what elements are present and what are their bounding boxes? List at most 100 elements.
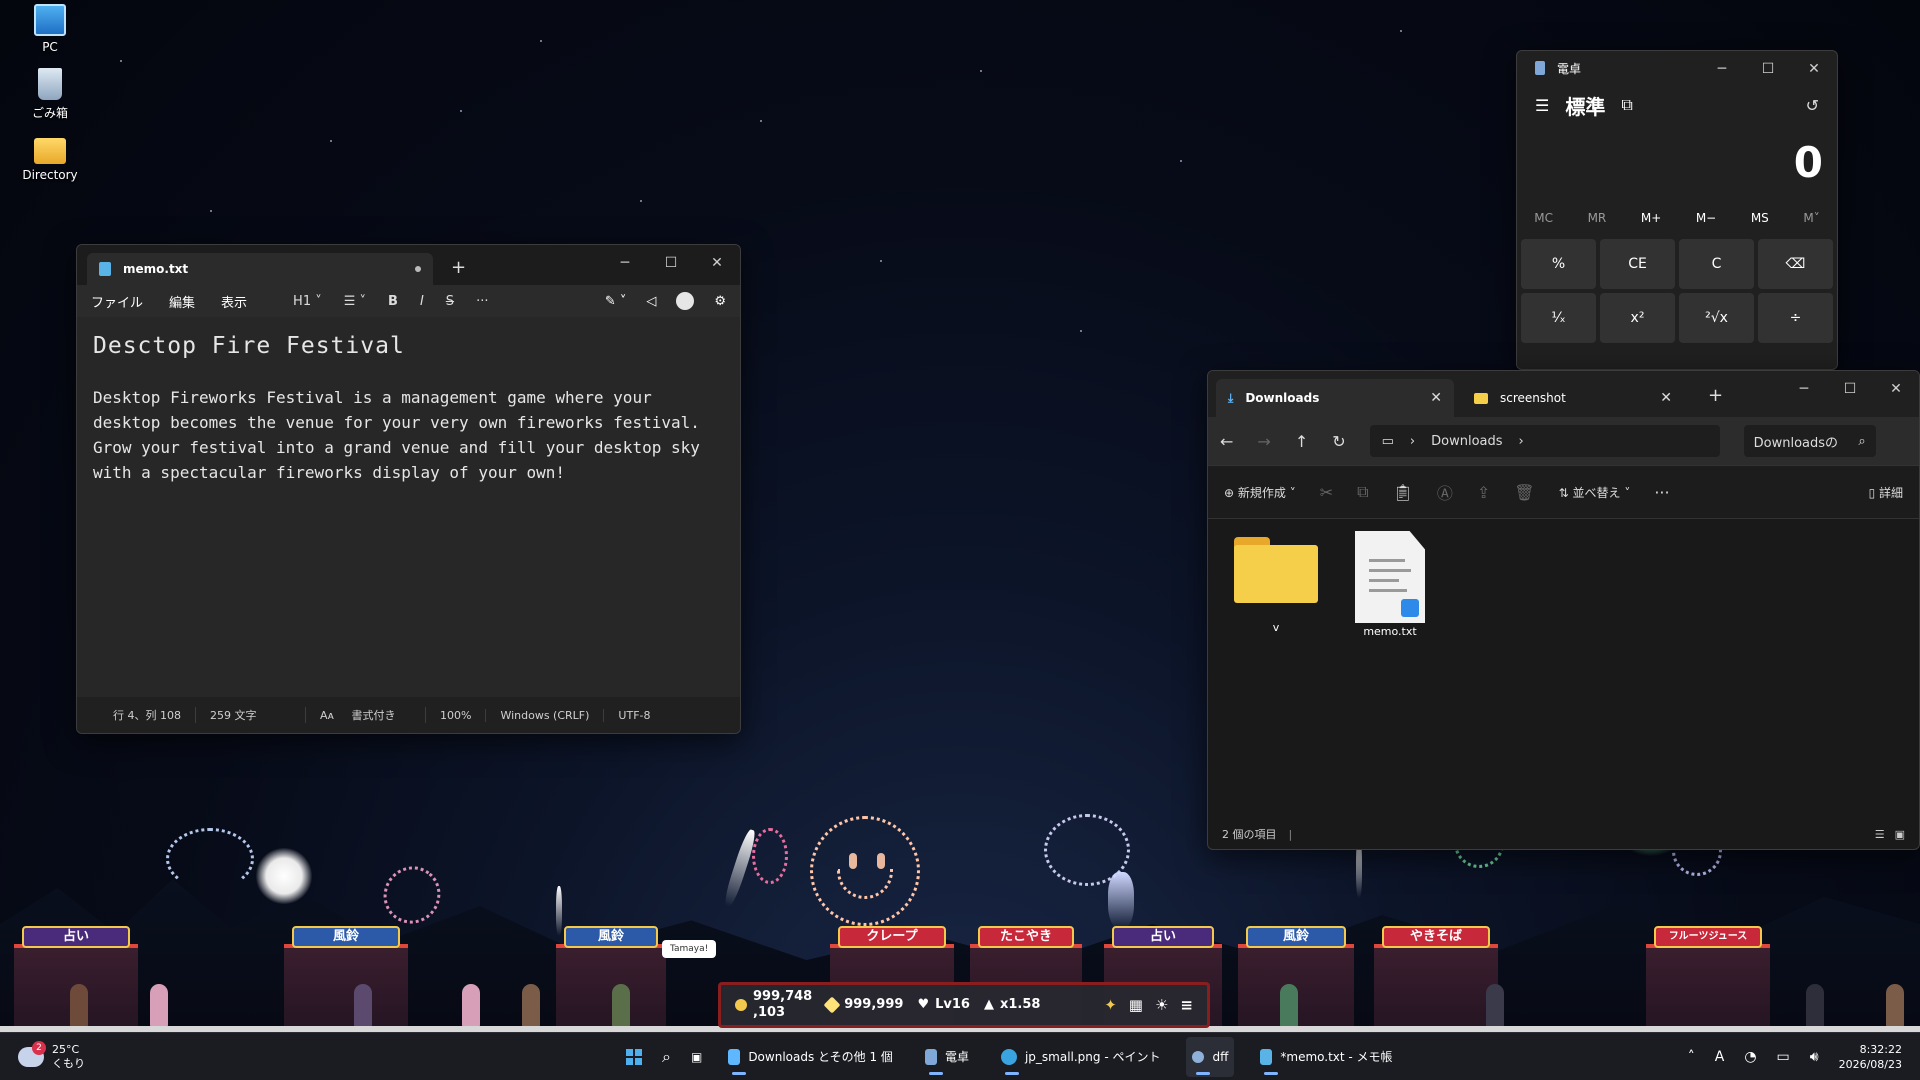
memory-recall-button[interactable]: MR bbox=[1588, 211, 1607, 225]
file-item-folder[interactable]: v bbox=[1228, 537, 1324, 634]
clock[interactable]: 8:32:22 2026/08/23 bbox=[1839, 1042, 1902, 1072]
desktop-icon-recycle-bin[interactable]: ごみ箱 bbox=[11, 68, 89, 121]
zoom-level[interactable]: 100% bbox=[426, 708, 487, 722]
file-item-text[interactable]: memo.txt bbox=[1342, 531, 1438, 638]
close-tab-icon[interactable]: ✕ bbox=[1660, 390, 1672, 406]
rename-icon[interactable]: Ⓐ bbox=[1437, 480, 1453, 504]
heading-dropdown[interactable]: H1 ˅ bbox=[293, 294, 322, 309]
weather-widget[interactable]: 2 25°C くもり bbox=[0, 1040, 240, 1071]
refresh-icon[interactable]: ↻ bbox=[1332, 432, 1345, 451]
tab-downloads[interactable]: ⤓ Downloads ✕ bbox=[1216, 379, 1454, 417]
desktop-icon-directory[interactable]: Directory bbox=[11, 134, 89, 182]
tile-view-icon[interactable]: ▣ bbox=[1895, 828, 1905, 841]
square-button[interactable]: x² bbox=[1600, 293, 1675, 343]
shop-icon[interactable]: ▦ bbox=[1129, 996, 1143, 1014]
memory-subtract-button[interactable]: M− bbox=[1696, 211, 1716, 225]
pin-icon[interactable]: ✦ bbox=[1104, 996, 1117, 1014]
volume-icon[interactable]: 🔊︎ bbox=[1810, 1049, 1819, 1065]
close-button[interactable]: ✕ bbox=[694, 245, 740, 281]
close-tab-icon[interactable]: ✕ bbox=[1430, 390, 1442, 406]
maximize-button[interactable]: ☐ bbox=[1745, 51, 1791, 87]
square-root-button[interactable]: ²√x bbox=[1679, 293, 1754, 343]
hamburger-menu-icon[interactable]: ☰ bbox=[1535, 96, 1549, 115]
settings-gear-icon[interactable]: ⚙ bbox=[714, 294, 726, 309]
maximize-button[interactable]: ☐ bbox=[1827, 371, 1873, 407]
focus-icon[interactable]: ◔ bbox=[1744, 1049, 1756, 1065]
notepad-tab[interactable]: memo.txt bbox=[87, 253, 433, 285]
italic-icon[interactable]: I bbox=[420, 294, 424, 309]
account-icon[interactable] bbox=[676, 292, 695, 310]
minimize-button[interactable]: ─ bbox=[602, 245, 648, 281]
stall[interactable]: フルーツジュース bbox=[1646, 926, 1770, 1032]
back-arrow-icon[interactable]: ← bbox=[1220, 432, 1233, 451]
menu-view[interactable]: 表示 bbox=[221, 292, 247, 311]
ime-icon[interactable]: A bbox=[1715, 1049, 1725, 1065]
menu-edit[interactable]: 編集 bbox=[169, 292, 195, 311]
percent-button[interactable]: % bbox=[1521, 239, 1596, 289]
share-icon[interactable]: ⇪ bbox=[1477, 483, 1490, 502]
new-button[interactable]: ⊕ 新規作成 ˅ bbox=[1224, 484, 1296, 501]
taskbar-app-dff[interactable]: dff bbox=[1186, 1036, 1235, 1077]
task-view-icon[interactable]: ▣ bbox=[691, 1050, 702, 1064]
stall[interactable]: 風鈴 bbox=[284, 926, 408, 1032]
network-icon[interactable]: ▭ bbox=[1777, 1049, 1790, 1065]
maximize-button[interactable]: ☐ bbox=[648, 245, 694, 281]
sort-button[interactable]: ⇅ 並べ替え ˅ bbox=[1559, 484, 1631, 501]
clear-button[interactable]: C bbox=[1679, 239, 1754, 289]
new-tab-button[interactable]: + bbox=[451, 257, 466, 278]
minimize-button[interactable]: ─ bbox=[1781, 371, 1827, 407]
paste-icon[interactable]: 📋︎ bbox=[1393, 483, 1413, 502]
cut-icon[interactable]: ✂ bbox=[1320, 483, 1333, 502]
list-icon[interactable]: ☰ ˅ bbox=[344, 294, 366, 309]
start-button[interactable] bbox=[626, 1048, 642, 1065]
encoding[interactable]: UTF-8 bbox=[604, 709, 664, 722]
copy-icon[interactable]: ⧉ bbox=[1357, 482, 1368, 502]
keep-on-top-icon[interactable]: ⧉ bbox=[1621, 95, 1632, 115]
line-ending[interactable]: Windows (CRLF) bbox=[486, 708, 605, 722]
notepad-editor[interactable]: Desctop Fire Festival Desktop Fireworks … bbox=[77, 317, 740, 697]
address-bar[interactable]: ▭ › Downloads › bbox=[1369, 425, 1720, 457]
unsaved-dot-icon[interactable] bbox=[415, 266, 421, 272]
delete-icon[interactable]: 🗑︎ bbox=[1514, 483, 1534, 502]
close-button[interactable]: ✕ bbox=[1791, 51, 1837, 87]
copilot-icon[interactable]: ✎ ˅ bbox=[605, 294, 627, 309]
search-input[interactable]: Downloadsの ⌕ bbox=[1743, 425, 1876, 457]
taskbar-app-calculator[interactable]: 電卓 bbox=[919, 1037, 975, 1077]
minimize-button[interactable]: ─ bbox=[1699, 51, 1745, 87]
strikethrough-icon[interactable]: S bbox=[446, 294, 454, 309]
taskbar-app-explorer[interactable]: Downloads とその他 1 個 bbox=[722, 1037, 899, 1077]
close-button[interactable]: ✕ bbox=[1873, 371, 1919, 407]
forward-arrow-icon[interactable]: → bbox=[1257, 432, 1270, 451]
announcement-icon[interactable]: ◁ bbox=[646, 294, 656, 309]
address-segment[interactable]: Downloads bbox=[1431, 434, 1502, 449]
brightness-icon[interactable]: ☀ bbox=[1155, 996, 1168, 1014]
menu-file[interactable]: ファイル bbox=[91, 292, 143, 311]
stall[interactable]: やきそば bbox=[1374, 926, 1498, 1032]
backspace-button[interactable]: ⌫ bbox=[1758, 239, 1833, 289]
memory-clear-button[interactable]: MC bbox=[1534, 211, 1553, 225]
menu-icon[interactable]: ≡ bbox=[1180, 996, 1193, 1014]
memory-list-button[interactable]: M˅ bbox=[1803, 211, 1819, 225]
format-toggle[interactable]: Aᴀ 書式付き bbox=[306, 707, 426, 723]
stall[interactable]: 風鈴 bbox=[556, 926, 666, 1032]
tab-screenshot[interactable]: screenshot ✕ bbox=[1462, 379, 1684, 417]
new-tab-button[interactable]: + bbox=[1708, 385, 1723, 406]
more-icon[interactable]: ··· bbox=[1654, 483, 1669, 502]
memory-add-button[interactable]: M+ bbox=[1641, 211, 1661, 225]
memory-store-button[interactable]: MS bbox=[1751, 211, 1769, 225]
history-icon[interactable]: ↺ bbox=[1806, 96, 1819, 115]
up-arrow-icon[interactable]: ↑ bbox=[1295, 432, 1308, 451]
reciprocal-button[interactable]: ¹⁄ₓ bbox=[1521, 293, 1596, 343]
taskbar-app-paint[interactable]: jp_small.png - ペイント bbox=[995, 1037, 1167, 1077]
clear-entry-button[interactable]: CE bbox=[1600, 239, 1675, 289]
list-view-icon[interactable]: ☰ bbox=[1875, 828, 1885, 841]
details-button[interactable]: ▯ 詳細 bbox=[1869, 484, 1903, 501]
desktop-icon-pc[interactable]: PC bbox=[11, 4, 89, 54]
search-icon[interactable]: ⌕ bbox=[662, 1047, 671, 1067]
chevron-up-icon[interactable]: ˄ bbox=[1688, 1049, 1695, 1065]
more-icon[interactable]: ··· bbox=[476, 294, 488, 309]
chevron-right-icon[interactable]: › bbox=[1519, 434, 1524, 449]
divide-button[interactable]: ÷ bbox=[1758, 293, 1833, 343]
taskbar-app-notepad[interactable]: *memo.txt - メモ帳 bbox=[1254, 1037, 1398, 1077]
bold-icon[interactable]: B bbox=[388, 294, 398, 309]
